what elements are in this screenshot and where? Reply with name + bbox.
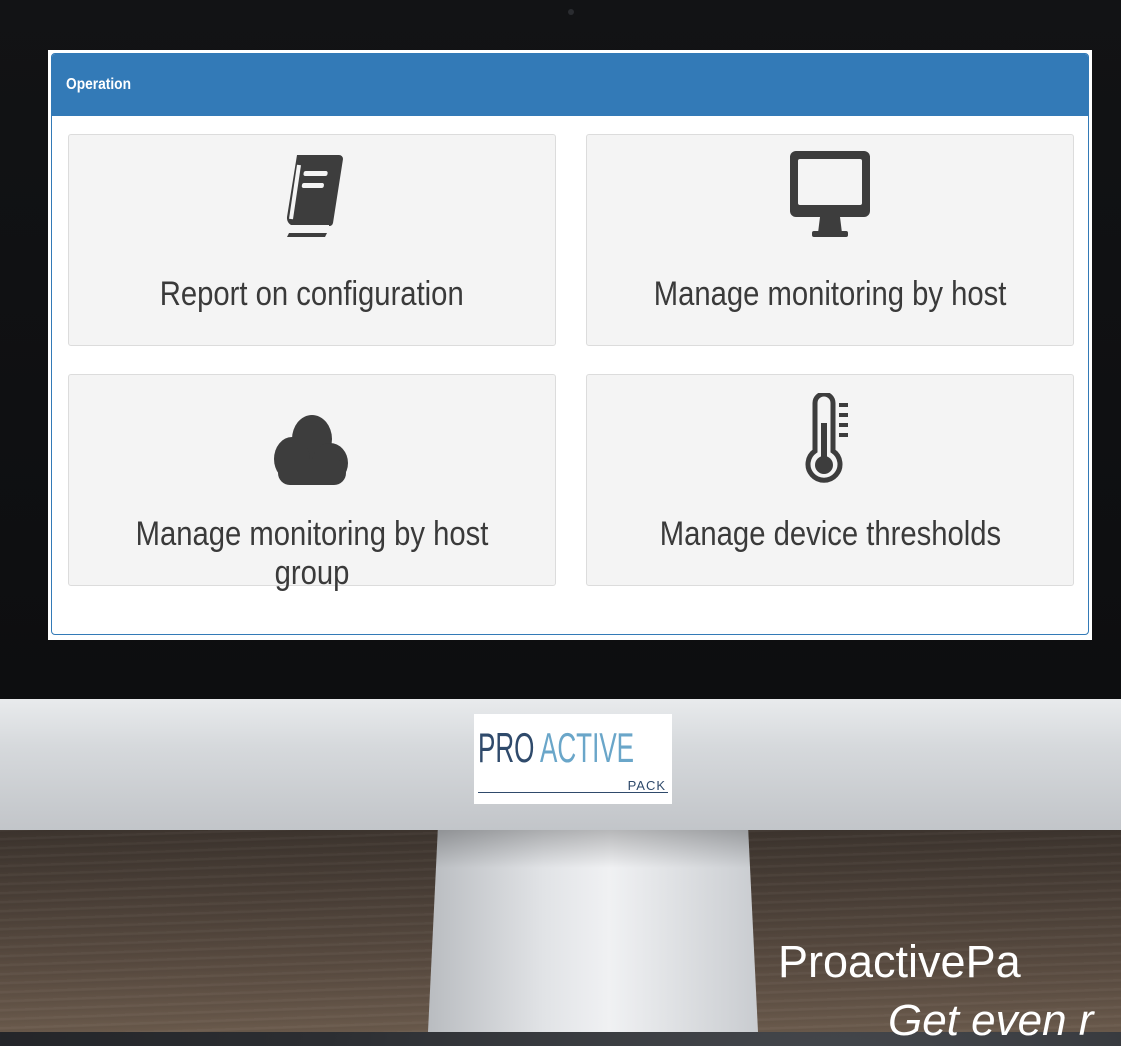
tile-manage-monitoring-by-host[interactable]: Manage monitoring by host [586, 134, 1074, 346]
brand-name: ProactivePa [778, 936, 1021, 987]
monitor-screen: Operation Report on configuration Manage… [48, 50, 1092, 640]
panel-heading: Operation [52, 54, 1088, 116]
tile-label: Manage device thresholds [659, 515, 1001, 553]
panel-title: Operation [66, 76, 131, 93]
desktop-icon [587, 149, 1073, 241]
proactive-pack-logo: PRO ACTIVE PACK [474, 714, 672, 804]
tile-report-on-configuration[interactable]: Report on configuration [68, 134, 556, 346]
tile-manage-monitoring-by-host-group[interactable]: Manage monitoring by host group [68, 374, 556, 592]
cloud-icon [69, 411, 555, 503]
tile-label: Report on configuration [160, 275, 464, 313]
monitor-stand [428, 828, 758, 1032]
camera-dot [568, 9, 574, 15]
operation-panel: Operation Report on configuration Manage… [51, 53, 1089, 635]
book-icon [69, 149, 555, 241]
brand-tagline: Get even r [888, 996, 1094, 1045]
logo-pack: PACK [627, 778, 666, 793]
tile-manage-device-thresholds[interactable]: Manage device thresholds [586, 374, 1074, 586]
logo-pro: PRO [478, 724, 535, 771]
tile-label: Manage monitoring by host group [135, 515, 489, 592]
thermometer-icon [587, 393, 1073, 485]
tile-label: Manage monitoring by host [653, 275, 1007, 313]
logo-active: ACTIVE [540, 724, 635, 771]
